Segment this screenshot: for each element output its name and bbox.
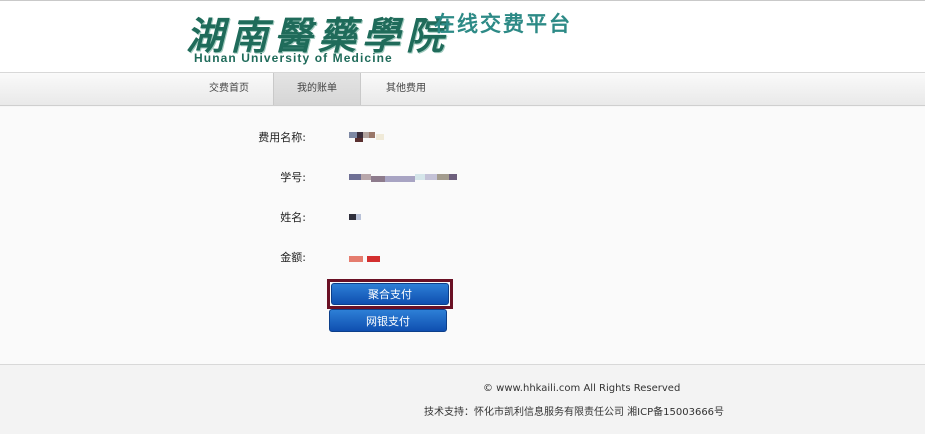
amount-label: 金额: (280, 251, 306, 264)
tech-support-text: 技术支持：怀化市凯利信息服务有限责任公司 湘ICP备15003666号 (424, 407, 725, 418)
student-id-label: 学号: (280, 171, 306, 184)
nav-item-payment-home[interactable]: 交费首页 (185, 73, 273, 105)
platform-title: 在线交费平台 (434, 12, 572, 36)
fee-name-label: 费用名称: (258, 131, 306, 144)
site-header: 湖南醫藥學院 Hunan University of Medicine 在线交费… (0, 0, 925, 73)
online-bank-pay-button[interactable]: 网银支付 (329, 309, 447, 332)
copyright-text: © www.hhkaili.com All Rights Reserved (483, 383, 681, 394)
bill-content (0, 107, 925, 364)
site-footer: © www.hhkaili.com All Rights Reserved 技术… (0, 365, 925, 434)
aggregate-pay-button[interactable]: 聚合支付 (331, 283, 449, 305)
nav-item-my-bills[interactable]: 我的账单 (273, 73, 361, 105)
main-nav: 交费首页 我的账单 其他费用 (0, 73, 925, 106)
nav-item-other-fees[interactable]: 其他费用 (362, 73, 450, 105)
logo-english: Hunan University of Medicine (194, 51, 393, 65)
name-label: 姓名: (280, 211, 306, 224)
